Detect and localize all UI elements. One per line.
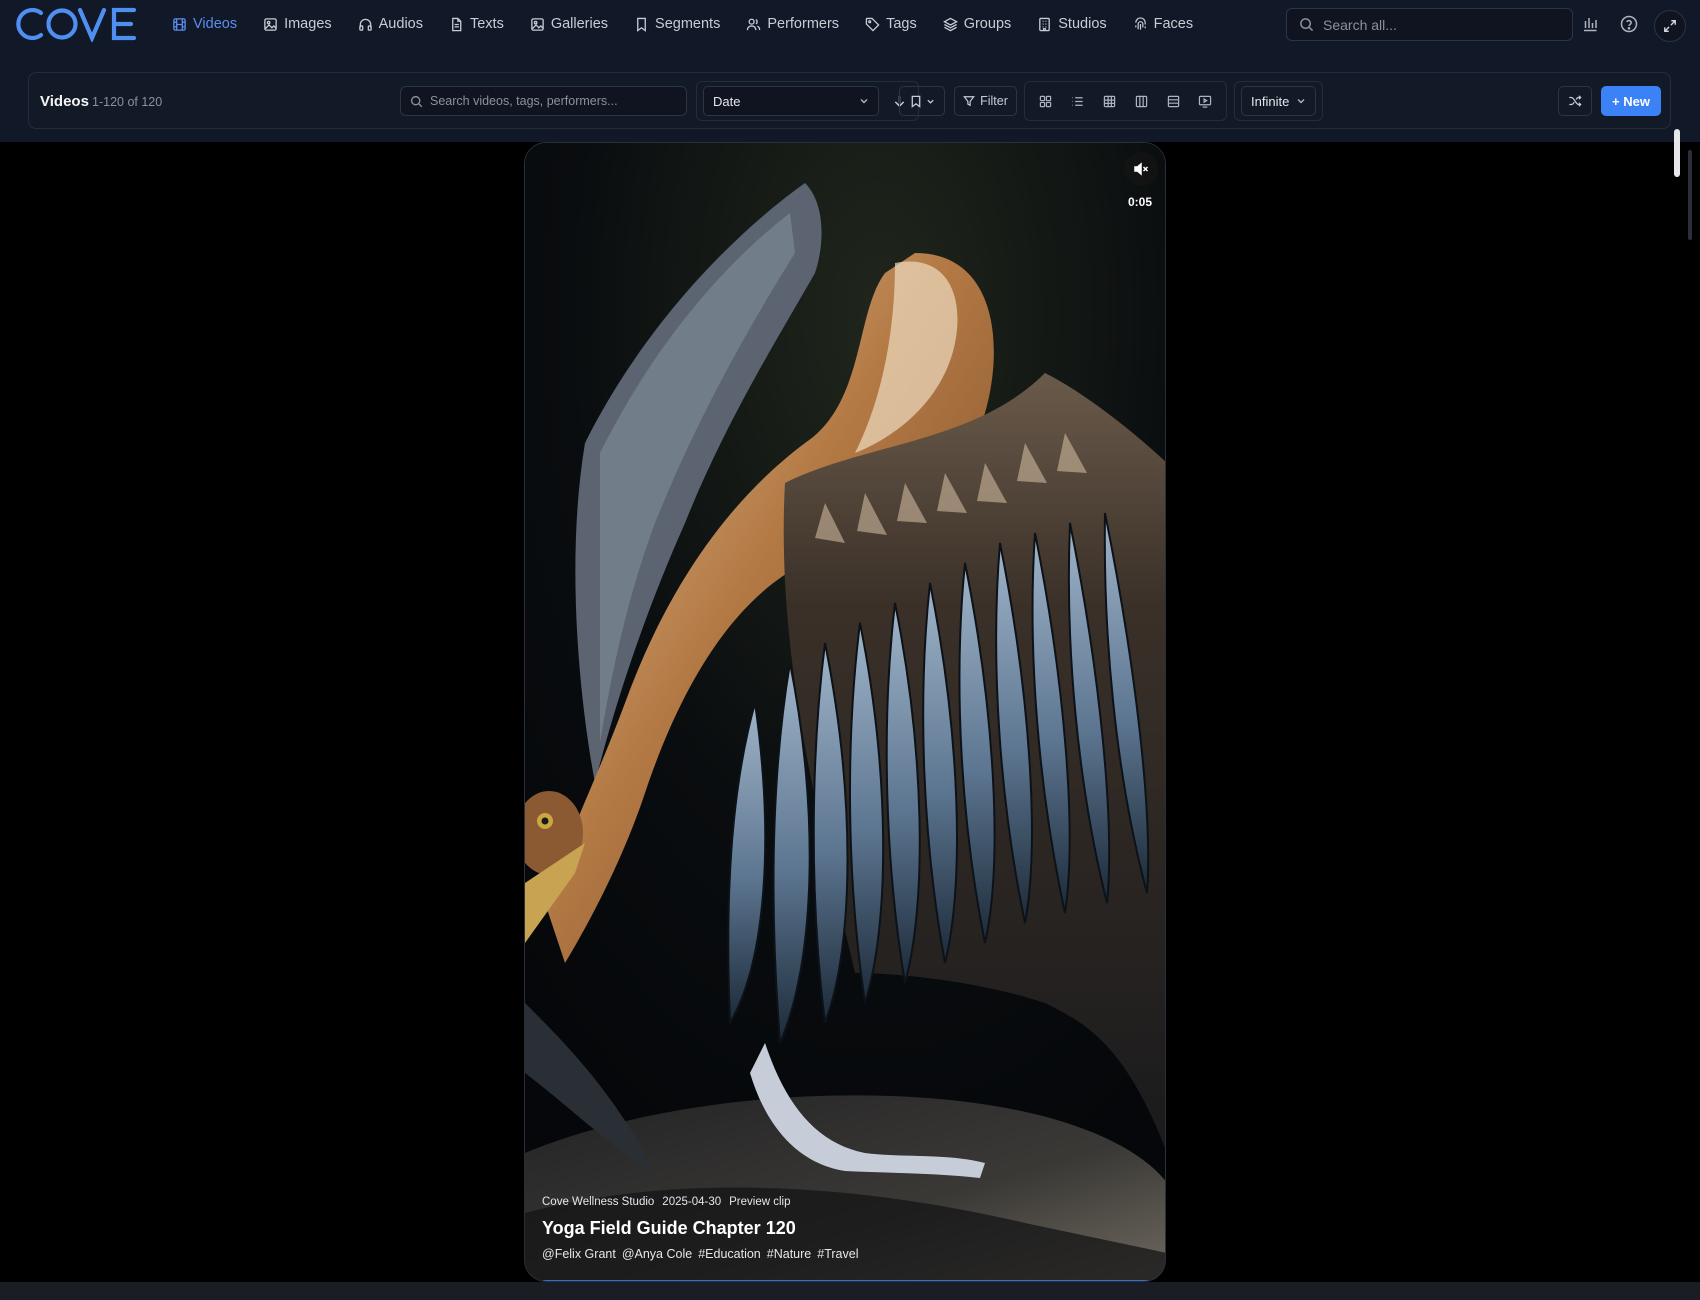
nav-item-galleries[interactable]: Galleries	[517, 0, 621, 48]
scrollbar-thumb[interactable]	[1674, 129, 1680, 177]
pagination-select[interactable]: Infinite	[1241, 86, 1316, 116]
monitor-play-icon	[1198, 95, 1212, 108]
pagination-value: Infinite	[1251, 93, 1290, 109]
filter-button[interactable]: Filter	[954, 86, 1017, 116]
chevron-down-icon	[926, 99, 934, 104]
fullscreen-button[interactable]	[1654, 10, 1686, 42]
main-nav: Videos Images Audios Texts Galleries Seg…	[160, 0, 1206, 48]
global-search-input[interactable]	[1323, 16, 1553, 33]
result-count: 1-120 of 120	[92, 95, 163, 109]
sort-value: Date	[713, 93, 741, 109]
performer-link[interactable]: @Felix Grant	[542, 1247, 616, 1261]
chevron-down-icon	[860, 99, 868, 104]
search-icon	[1300, 18, 1314, 32]
nav-label: Studios	[1058, 16, 1107, 32]
building-icon	[1037, 17, 1052, 32]
view-feed-button[interactable]	[1191, 86, 1219, 116]
nav-label: Tags	[886, 16, 917, 32]
tag-link[interactable]: #Nature	[767, 1247, 811, 1261]
view-grid-button[interactable]	[1031, 86, 1059, 116]
app-logo[interactable]	[14, 4, 138, 44]
tag-link[interactable]: #Education	[698, 1247, 761, 1261]
view-columns-button[interactable]	[1127, 86, 1155, 116]
nav-label: Segments	[655, 16, 721, 32]
columns-icon	[1135, 95, 1147, 107]
headphones-icon	[358, 17, 373, 32]
shuffle-icon	[1569, 95, 1582, 107]
new-video-button[interactable]: + New	[1601, 86, 1661, 116]
help-icon[interactable]	[1617, 12, 1641, 36]
volume-muted-icon	[1134, 162, 1149, 176]
video-studio-link[interactable]: Cove Wellness Studio	[542, 1196, 654, 1208]
nav-item-tags[interactable]: Tags	[852, 0, 930, 48]
bookmark-icon	[634, 17, 649, 32]
gallery-icon	[530, 17, 545, 32]
table-icon	[1103, 95, 1115, 107]
video-kind: Preview clip	[729, 1196, 791, 1208]
video-search[interactable]	[400, 86, 687, 116]
layers-icon	[942, 17, 958, 32]
video-card[interactable]: 0:05 Cove Wellness Studio 2025-04-30 Pre…	[524, 142, 1166, 1282]
filter-label: Filter	[980, 94, 1008, 108]
view-list-button[interactable]	[1063, 86, 1091, 116]
bottom-bar	[0, 1282, 1700, 1300]
new-label: + New	[1612, 93, 1650, 109]
cove-logo-icon	[16, 7, 137, 42]
tag-icon	[865, 17, 880, 32]
nav-item-studios[interactable]: Studios	[1024, 0, 1119, 48]
nav-item-performers[interactable]: Performers	[733, 0, 852, 48]
nav-label: Texts	[469, 16, 504, 32]
mute-toggle-button[interactable]	[1124, 152, 1158, 186]
video-title[interactable]: Yoga Field Guide Chapter 120	[542, 1218, 796, 1239]
page-title: Videos	[40, 93, 89, 110]
video-feed: 0:05 Cove Wellness Studio 2025-04-30 Pre…	[0, 142, 1700, 1282]
shuffle-button[interactable]	[1558, 86, 1592, 116]
scrollbar-track[interactable]	[1688, 150, 1692, 240]
nav-item-texts[interactable]: Texts	[436, 0, 517, 48]
nav-label: Videos	[193, 16, 238, 32]
performer-link[interactable]: @Anya Cole	[622, 1247, 692, 1261]
nav-item-images[interactable]: Images	[250, 0, 345, 48]
nav-label: Galleries	[550, 16, 609, 32]
global-search[interactable]	[1286, 8, 1573, 41]
video-meta: Cove Wellness Studio 2025-04-30 Preview …	[542, 1196, 790, 1208]
bookmark-icon	[911, 95, 920, 108]
filter-icon	[963, 96, 976, 107]
video-search-input[interactable]	[430, 94, 680, 108]
view-table-button[interactable]	[1095, 86, 1123, 116]
video-date: 2025-04-30	[662, 1196, 722, 1208]
saved-filters-button[interactable]	[899, 86, 945, 116]
nav-label: Faces	[1153, 16, 1194, 32]
nav-item-audios[interactable]: Audios	[345, 0, 436, 48]
file-text-icon	[449, 17, 464, 32]
film-icon	[172, 17, 187, 32]
chevron-down-icon	[1297, 99, 1305, 104]
sort-select[interactable]: Date	[703, 86, 879, 116]
nav-item-segments[interactable]: Segments	[621, 0, 733, 48]
nav-item-videos[interactable]: Videos	[160, 0, 250, 48]
image-icon	[263, 17, 278, 32]
list-toolbar: Videos 1-120 of 120 Date Filter	[28, 72, 1671, 129]
top-navigation: Videos Images Audios Texts Galleries Seg…	[0, 0, 1700, 48]
fingerprint-icon	[1133, 16, 1148, 32]
expand-icon	[1664, 20, 1676, 32]
list-toolbar-area: Videos 1-120 of 120 Date Filter	[0, 48, 1700, 142]
video-timestamp: 0:05	[1127, 195, 1153, 209]
search-icon	[410, 95, 423, 107]
nav-label: Audios	[378, 16, 423, 32]
nav-label: Images	[284, 16, 332, 32]
nav-label: Performers	[767, 16, 840, 32]
nav-label: Groups	[963, 16, 1012, 32]
view-rows-button[interactable]	[1159, 86, 1187, 116]
video-tags: @Felix Grant @Anya Cole #Education #Natu…	[542, 1247, 858, 1261]
stats-icon[interactable]	[1578, 12, 1602, 36]
rows-icon	[1167, 95, 1179, 107]
tag-link[interactable]: #Travel	[817, 1247, 858, 1261]
list-icon	[1071, 96, 1083, 106]
video-frame-bird-image	[525, 143, 1165, 1281]
nav-item-faces[interactable]: Faces	[1120, 0, 1207, 48]
grid-icon	[1039, 95, 1051, 107]
nav-item-groups[interactable]: Groups	[930, 0, 1025, 48]
users-icon	[746, 17, 761, 32]
